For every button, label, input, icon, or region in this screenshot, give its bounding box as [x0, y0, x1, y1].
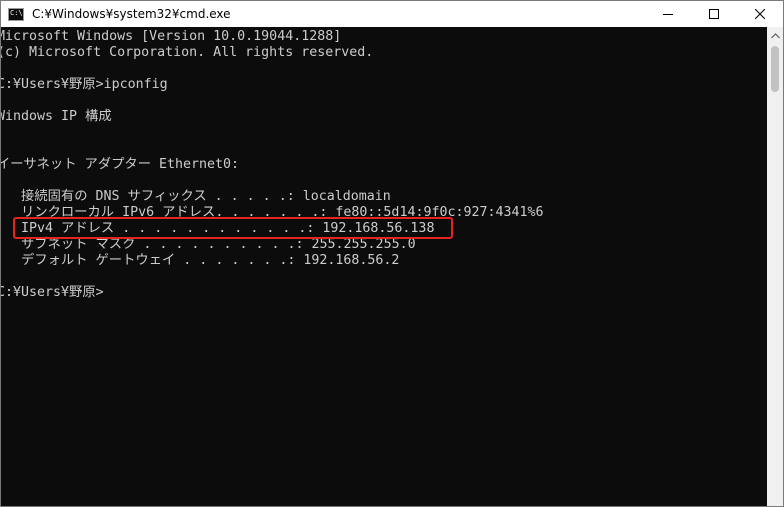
- cmd-app-icon[interactable]: C:\.: [8, 7, 27, 21]
- console-line: Microsoft Windows [Version 10.0.19044.12…: [1, 29, 342, 44]
- console-line: Windows IP 構成: [1, 109, 112, 124]
- console-line: デフォルト ゲートウェイ . . . . . . .: 192.168.56.2: [1, 253, 400, 268]
- vertical-scrollbar[interactable]: [767, 27, 783, 506]
- title-bar[interactable]: C:\. C:¥Windows¥system32¥cmd.exe: [1, 1, 783, 27]
- window-title: C:¥Windows¥system32¥cmd.exe: [32, 7, 231, 21]
- minimize-button[interactable]: [645, 1, 691, 27]
- console-line: (c) Microsoft Corporation. All rights re…: [1, 45, 374, 60]
- cmd-icon-glyph: C:\.: [10, 8, 27, 17]
- close-icon: [755, 9, 765, 19]
- chevron-up-icon: [770, 32, 780, 38]
- maximize-button[interactable]: [691, 1, 737, 27]
- console-line: 接続固有の DNS サフィックス . . . . .: localdomain: [1, 189, 391, 204]
- console-output[interactable]: Microsoft Windows [Version 10.0.19044.12…: [1, 27, 767, 506]
- scroll-up-button[interactable]: [767, 27, 783, 44]
- scrollbar-thumb[interactable]: [771, 46, 779, 92]
- caption-buttons: [645, 1, 783, 27]
- console-line: C:¥Users¥野原>: [1, 285, 104, 300]
- console-line: イーサネット アダプター Ethernet0:: [1, 157, 240, 172]
- ipv4-highlight-box: [13, 217, 453, 239]
- maximize-icon: [709, 9, 719, 19]
- console-line: C:¥Users¥野原>ipconfig: [1, 77, 168, 92]
- close-button[interactable]: [737, 1, 783, 27]
- console-line: サブネット マスク . . . . . . . . . .: 255.255.2…: [1, 237, 416, 252]
- cmd-window: C:\. C:¥Windows¥system32¥cmd.exe Microso…: [0, 0, 784, 507]
- minimize-icon: [663, 14, 673, 15]
